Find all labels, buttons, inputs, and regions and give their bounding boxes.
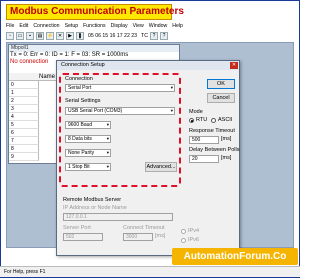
chevron-down-icon: ▾ [170,108,173,113]
disconnect-icon[interactable]: ✕ [56,31,64,40]
menu-bar: File Edit Connection Setup Functions Dis… [6,22,226,30]
stop-bits-select-value: 1 Stop Bit [68,164,90,170]
delay-unit: [ms] [221,155,232,161]
ok-button[interactable]: OK [207,79,235,89]
ip-address-field[interactable]: 127.0.0.1 [63,213,173,221]
connect-timeout-field[interactable]: 3000 [123,233,153,241]
connection-select[interactable]: Serial Port ▾ [65,84,175,92]
response-timeout-field[interactable]: 500 [189,136,219,144]
parity-select-value: None Parity [68,150,95,156]
toolbar: ▫ ▭ ▪ ▤ ⚡ ✕ ▶ ❚ 05 06 15 16 17 22 23 TC … [6,31,266,40]
save-icon[interactable]: ▪ [26,31,34,40]
ipv4-label: IPv4 [188,228,200,234]
table-row[interactable]: 6 [9,129,39,137]
new-file-icon[interactable]: ▫ [6,31,14,40]
watermark-logo: AutomationForum.Co [172,248,298,265]
menu-view[interactable]: View [133,22,144,30]
response-timeout-label: Response Timeout [189,128,235,134]
column-header-name: Name [39,74,56,80]
close-icon[interactable]: ✕ [230,62,238,69]
mode-ascii-radio[interactable] [211,118,216,123]
dialog-title: Connection Setup [61,62,105,68]
ipv4-radio[interactable] [181,229,186,234]
cancel-button[interactable]: Cancel [207,93,235,103]
tc-button[interactable]: TC [141,33,148,39]
table-row[interactable]: 3 [9,105,39,113]
about-icon[interactable]: ? [159,31,168,40]
port-select[interactable]: USB Serial Port (COM3) ▾ [65,107,175,115]
connection-select-value: Serial Port [68,85,92,91]
function-codes[interactable]: 05 06 15 16 17 22 23 [88,33,137,39]
port-select-value: USB Serial Port (COM3) [68,108,123,114]
advanced-button[interactable]: Advanced... [145,162,177,172]
menu-display[interactable]: Display [111,22,128,30]
mode-rtu-radio[interactable] [189,118,194,123]
table-row[interactable]: 9 [9,153,39,161]
pause-icon[interactable]: ❚ [76,31,84,40]
chevron-down-icon: ▾ [106,122,109,127]
play-icon[interactable]: ▶ [66,31,74,40]
open-folder-icon[interactable]: ▭ [16,31,24,40]
table-row[interactable]: 1 [9,89,39,97]
connect-icon[interactable]: ⚡ [46,31,54,40]
table-row[interactable]: 8 [9,145,39,153]
response-timeout-unit: [ms] [221,136,232,142]
mode-label: Mode [189,109,203,115]
menu-functions[interactable]: Functions [83,22,106,30]
delay-field[interactable]: 20 [189,155,219,163]
poll-status: Tx = 0: Err = 0: ID = 1: F = 03: SR = 10… [10,52,129,58]
table-row[interactable]: 4 [9,113,39,121]
help-icon[interactable]: ? [149,31,158,40]
table-row[interactable]: 2 [9,97,39,105]
page-title: Modbus Communication Parameters [6,4,184,20]
remote-server-label: Remote Modbus Server [63,197,122,203]
stop-bits-select[interactable]: 1 Stop Bit ▾ [65,163,111,171]
menu-file[interactable]: File [6,22,14,30]
mode-rtu-label: RTU [196,117,208,123]
menu-setup[interactable]: Setup [65,22,79,30]
print-icon[interactable]: ▤ [36,31,44,40]
data-bits-select[interactable]: 8 Data bits ▾ [65,135,111,143]
ipv6-radio[interactable] [181,238,186,243]
table-row[interactable]: 5 [9,121,39,129]
ipv6-label: IPv6 [188,237,200,243]
baud-select-value: 9600 Baud [68,122,93,128]
ip-address-label: IP Address or Node Name [63,205,127,211]
serial-settings-label: Serial Settings [65,98,101,104]
delay-label: Delay Between Polls [189,147,240,153]
server-port-label: Server Port [63,225,91,231]
menu-help[interactable]: Help [172,22,183,30]
table-row[interactable]: 0 [9,81,39,89]
chevron-down-icon: ▾ [106,150,109,155]
menu-connection[interactable]: Connection [33,22,59,30]
server-port-field[interactable]: 502 [63,233,103,241]
parity-select[interactable]: None Parity ▾ [65,149,111,157]
dialog-title-bar: Connection Setup ✕ [57,61,239,70]
status-bar: For Help, press F1 [0,266,300,277]
grid-rows: 0 1 2 3 4 5 6 7 8 9 [9,81,39,161]
baud-select[interactable]: 9600 Baud ▾ [65,121,111,129]
chevron-down-icon: ▾ [106,136,109,141]
data-bits-select-value: 8 Data bits [68,136,92,142]
chevron-down-icon: ▾ [106,164,109,169]
connect-timeout-unit: [ms] [155,233,166,239]
connection-label: Connection [65,76,93,82]
chevron-down-icon: ▾ [170,85,173,90]
table-row[interactable]: 7 [9,137,39,145]
connect-timeout-label: Connect Timeout [123,225,165,231]
menu-window[interactable]: Window [149,22,167,30]
poll-window-title: Mbpoll1 [9,45,179,52]
mode-ascii-label: ASCII [218,117,233,123]
connection-setup-dialog: Connection Setup ✕ Connection Serial Por… [56,60,240,256]
menu-edit[interactable]: Edit [19,22,28,30]
